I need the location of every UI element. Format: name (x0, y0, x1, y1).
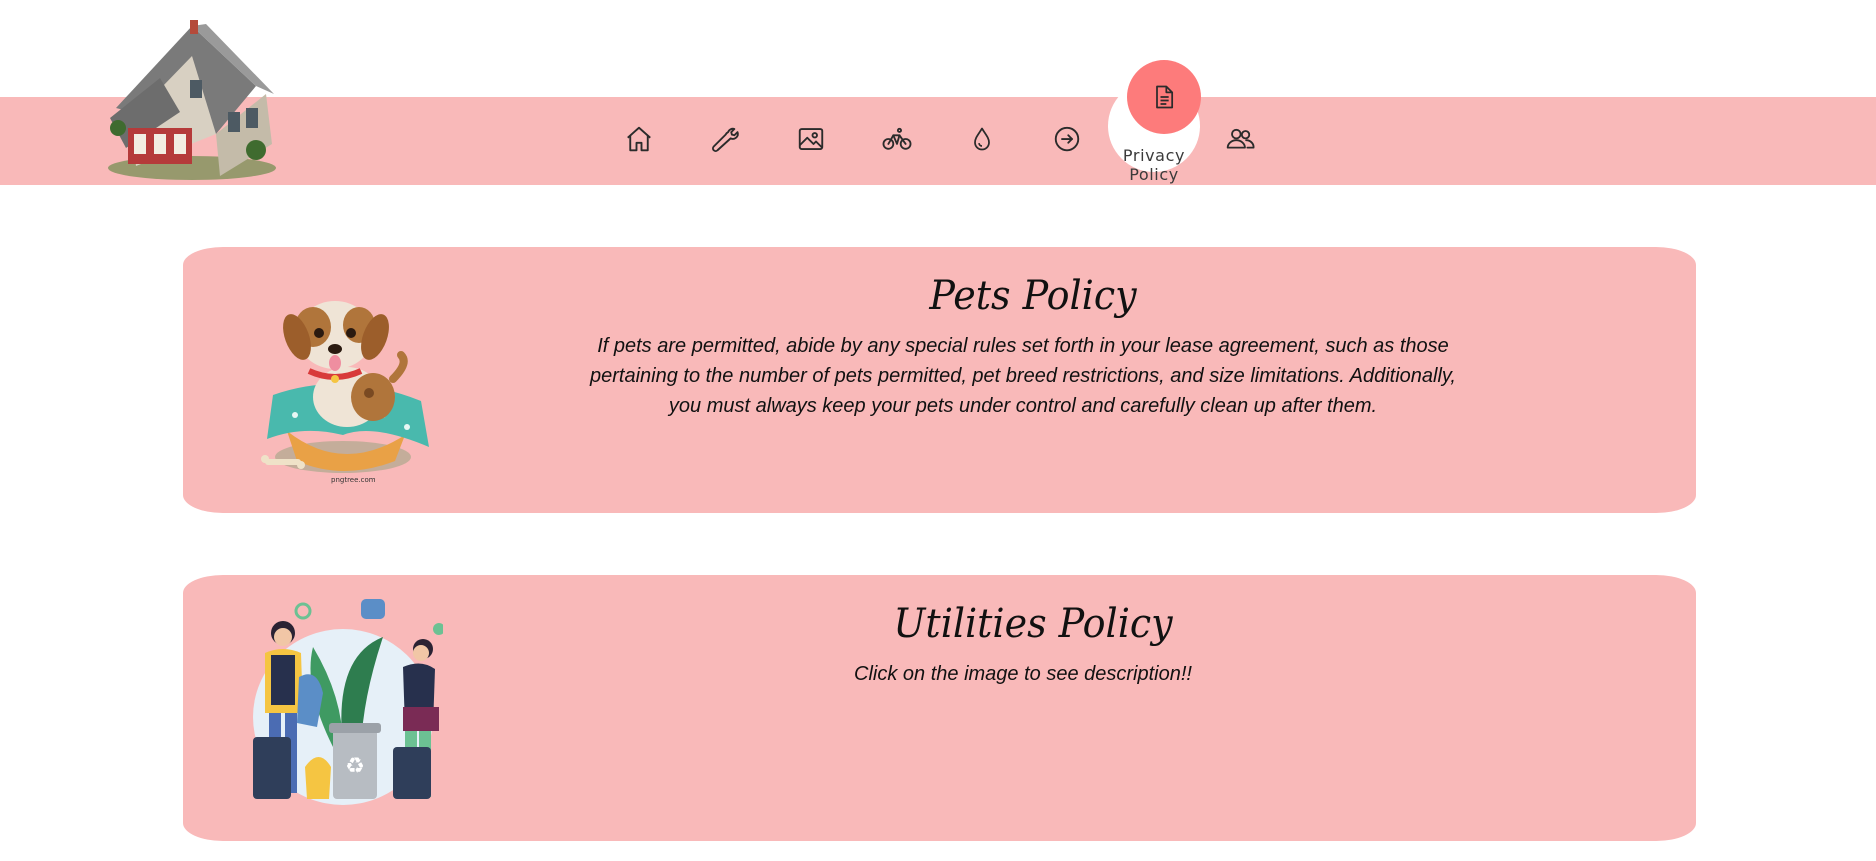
wrench-icon (712, 127, 739, 152)
nav-item-utilities[interactable] (965, 122, 999, 156)
nav-item-privacy-policy[interactable] (1127, 60, 1201, 134)
users-icon (1226, 128, 1255, 149)
puppy-illustration[interactable]: pngtree.com (243, 275, 443, 485)
card-title: Utilities Policy (893, 601, 1173, 647)
nav-item-activities[interactable] (880, 122, 914, 156)
image-icon (798, 128, 824, 150)
nav-item-gallery[interactable] (794, 122, 828, 156)
recycling-illustration[interactable]: ♻ (243, 597, 445, 807)
nav-active-label[interactable]: Privacy Policy (1098, 146, 1210, 184)
nav-item-next[interactable] (1050, 122, 1084, 156)
svg-text:pngtree.com: pngtree.com (331, 476, 376, 484)
page: Privacy Policy pngtree.com Pets Policy I… (0, 0, 1876, 861)
arrow-right-circle-icon (1054, 126, 1080, 152)
document-icon (1156, 85, 1174, 109)
water-drop-icon (974, 127, 990, 151)
bicycle-icon (882, 127, 912, 150)
nav-item-home[interactable] (622, 122, 656, 156)
nav-item-maintenance[interactable] (708, 122, 742, 156)
svg-text:♻: ♻ (345, 754, 365, 779)
house-logo[interactable] (96, 16, 282, 186)
card-title: Pets Policy (929, 273, 1137, 319)
pets-policy-card: pngtree.com Pets Policy If pets are perm… (183, 247, 1696, 513)
card-text: If pets are permitted, abide by any spec… (589, 335, 1456, 417)
nav-item-about-us[interactable] (1223, 122, 1257, 156)
card-text: Click on the image to see description!! (854, 663, 1192, 685)
utilities-policy-card: ♻ Utilities Policy Click on the image to… (183, 575, 1696, 841)
home-icon (627, 126, 651, 152)
